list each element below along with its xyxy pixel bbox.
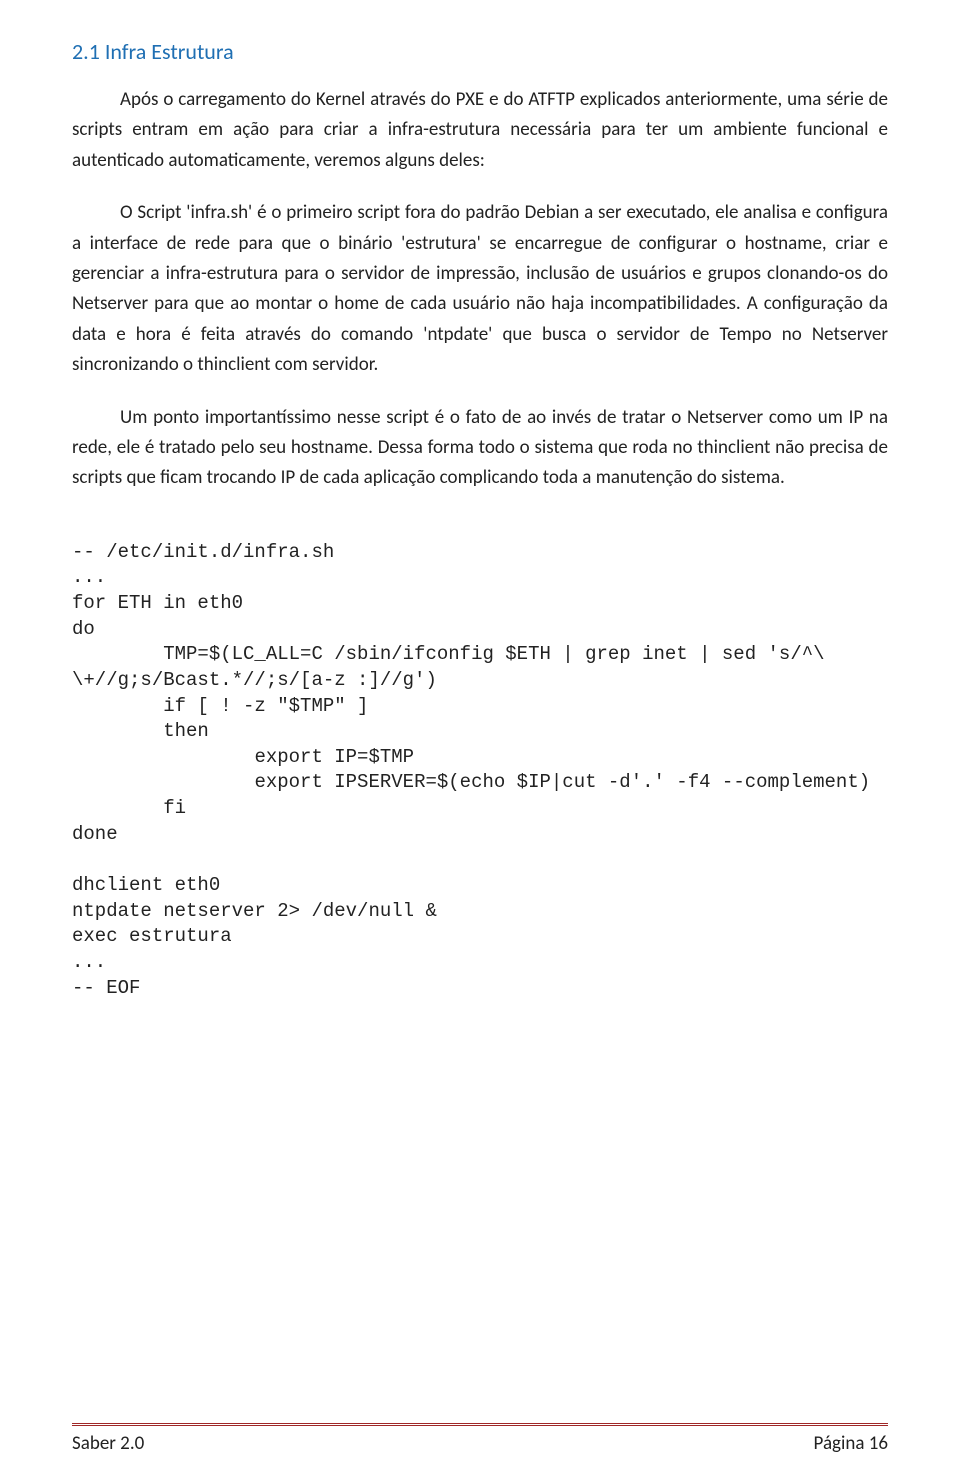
footer-rule	[72, 1423, 888, 1426]
section-heading: 2.1 Infra Estrutura	[72, 38, 888, 65]
code-block: -- /etc/init.d/infra.sh ... for ETH in e…	[72, 540, 888, 1002]
paragraph-3: Um ponto importantíssimo nesse script é …	[72, 403, 888, 494]
paragraph-2: O Script 'infra.sh' é o primeiro script …	[72, 198, 888, 380]
footer-right: Página 16	[814, 1432, 888, 1455]
footer-left: Saber 2.0	[72, 1432, 144, 1455]
footer-row: Saber 2.0 Página 16	[72, 1432, 888, 1455]
page-footer: Saber 2.0 Página 16	[72, 1423, 888, 1455]
spacer	[72, 516, 888, 540]
paragraph-1: Após o carregamento do Kernel através do…	[72, 85, 888, 176]
page: 2.1 Infra Estrutura Após o carregamento …	[0, 0, 960, 1479]
